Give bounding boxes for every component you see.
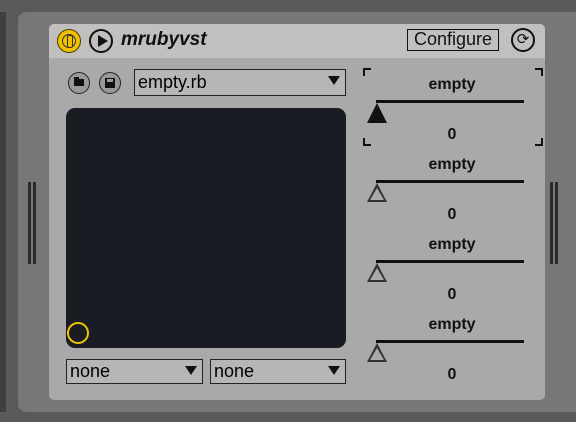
xy-pad[interactable] — [66, 108, 346, 348]
script-select[interactable]: empty.rb — [134, 69, 346, 96]
x-select-value: none — [70, 361, 111, 381]
slider-handle-icon[interactable] — [367, 263, 387, 282]
param-label: empty — [428, 316, 476, 333]
script-select-value: empty.rb — [138, 72, 207, 92]
y-select[interactable]: none — [210, 359, 346, 384]
chevron-down-icon — [185, 366, 197, 375]
play-icon[interactable] — [89, 29, 113, 53]
xy-cursor[interactable] — [67, 322, 89, 344]
slider-handle-icon[interactable] — [367, 343, 387, 362]
param-label: empty — [428, 156, 476, 173]
param-label: empty — [428, 76, 476, 93]
param-slider-track[interactable] — [376, 260, 524, 263]
param-value: 0 — [447, 126, 457, 143]
chevron-down-icon — [328, 76, 340, 85]
param-value: 0 — [447, 206, 457, 223]
folder-icon — [74, 77, 84, 86]
slider-handle-icon[interactable] — [367, 183, 387, 202]
param-0[interactable]: empty 0 — [363, 68, 543, 146]
param-3[interactable]: empty 0 — [367, 308, 537, 384]
open-button[interactable] — [68, 72, 90, 94]
param-label: empty — [428, 236, 476, 253]
power-icon[interactable] — [57, 29, 81, 53]
param-slider-track[interactable] — [376, 180, 524, 183]
save-icon — [105, 78, 115, 88]
slider-handle-icon[interactable] — [367, 103, 387, 123]
param-slider-track[interactable] — [376, 340, 524, 343]
param-value: 0 — [447, 286, 457, 303]
focus-corner — [363, 68, 371, 76]
track-edge — [0, 12, 6, 412]
param-value: 0 — [447, 366, 457, 383]
mrubyvst-device: mrubyvst Configure ⟳ empty.rb none none … — [49, 24, 545, 400]
y-select-value: none — [214, 361, 255, 381]
input-meter — [28, 182, 38, 264]
chevron-down-icon — [328, 366, 340, 375]
device-title: mrubyvst — [121, 29, 207, 50]
param-2[interactable]: empty 0 — [367, 228, 537, 304]
configure-button[interactable]: Configure — [407, 29, 499, 51]
refresh-icon[interactable]: ⟳ — [511, 28, 535, 52]
x-select[interactable]: none — [66, 359, 203, 384]
focus-corner — [535, 68, 543, 76]
device-titlebar: mrubyvst Configure ⟳ — [49, 24, 545, 58]
param-1[interactable]: empty 0 — [367, 148, 537, 224]
output-meter — [550, 182, 560, 264]
param-slider-track[interactable] — [376, 100, 524, 103]
save-button[interactable] — [99, 72, 121, 94]
